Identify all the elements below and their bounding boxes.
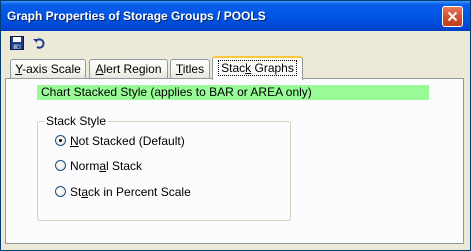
radio-label: Not Stacked (Default): [70, 134, 185, 148]
window-title: Graph Properties of Storage Groups / POO…: [7, 9, 266, 23]
chart-stacked-style-info: Chart Stacked Style (applies to BAR or A…: [37, 85, 429, 100]
tab-label: Y-axis Scale: [15, 62, 81, 76]
undo-button[interactable]: [32, 36, 48, 50]
undo-icon: [33, 38, 45, 49]
save-button[interactable]: [10, 36, 26, 50]
radio-label: Normal Stack: [70, 159, 143, 173]
radio-label: Stack in Percent Scale: [70, 185, 191, 199]
title-bar[interactable]: Graph Properties of Storage Groups / POO…: [1, 1, 470, 31]
close-icon: [447, 11, 458, 22]
radio-button[interactable]: [55, 160, 66, 171]
radio-button[interactable]: [55, 135, 66, 146]
tab-alert-region[interactable]: Alert Region: [89, 59, 168, 79]
close-button[interactable]: [442, 6, 463, 27]
tab-label: Titles: [175, 62, 205, 76]
tab-strip: Y-axis Scale Alert Region Titles Stack G…: [1, 53, 470, 80]
tab-titles[interactable]: Titles: [170, 59, 210, 79]
stack-style-legend: Stack Style: [44, 114, 109, 128]
radio-button[interactable]: [55, 186, 66, 197]
dialog-window: Graph Properties of Storage Groups / POO…: [0, 0, 471, 251]
radio-selected-dot: [59, 139, 62, 142]
floppy-disk-icon: [10, 36, 24, 50]
tab-stack-graphs[interactable]: Stack Graphs: [212, 56, 303, 80]
tab-label: Stack Graphs: [218, 60, 297, 76]
toolbar: [1, 31, 470, 53]
tab-y-axis-scale[interactable]: Y-axis Scale: [10, 59, 86, 79]
tab-label: Alert Region: [95, 62, 162, 76]
